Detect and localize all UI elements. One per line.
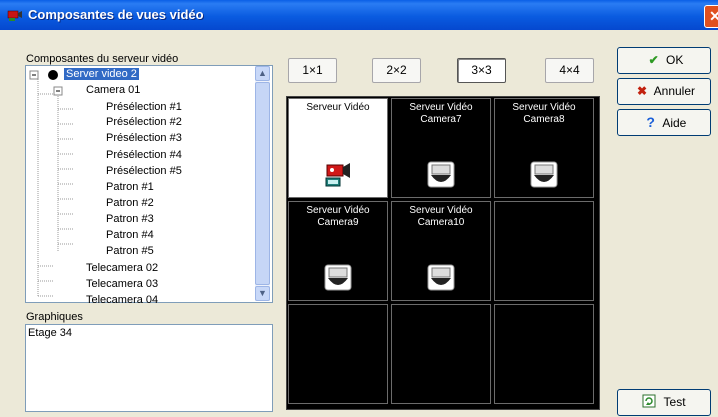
window-title: Composantes de vues vidéo: [28, 7, 204, 22]
test-icon: [642, 394, 656, 408]
tree-item-telecamera-02[interactable]: Telecamera 02: [86, 261, 158, 276]
tree-item-server-video-2[interactable]: Server video 2: [64, 67, 139, 82]
help-icon: ?: [646, 114, 655, 130]
tree-item-preset-2[interactable]: Présélection #2: [106, 115, 182, 130]
cancel-button[interactable]: ✖ Annuler: [617, 78, 711, 105]
view-cell[interactable]: [494, 201, 594, 301]
layout-2x2-button[interactable]: 2×2: [372, 58, 421, 83]
help-button[interactable]: ? Aide: [617, 109, 711, 136]
layout-3x3-button[interactable]: 3×3: [457, 58, 506, 83]
view-cell[interactable]: Serveur Vidéo Camera7: [391, 98, 491, 198]
tree-item-preset-3[interactable]: Présélection #3: [106, 131, 182, 146]
tree-item-pattern-4[interactable]: Patron #4: [106, 228, 154, 243]
test-button[interactable]: Test: [617, 389, 711, 416]
tree-item-preset-1[interactable]: Présélection #1: [106, 100, 182, 115]
ok-button[interactable]: ✔ OK: [617, 47, 711, 74]
tree-item-telecamera-04[interactable]: Telecamera 04: [86, 293, 158, 308]
scroll-down-icon[interactable]: ▼: [255, 286, 270, 301]
title-bar[interactable]: Composantes de vues vidéo ✕: [0, 0, 718, 30]
ok-label: OK: [666, 53, 684, 67]
check-icon: ✔: [648, 53, 659, 67]
camera-red-icon: [325, 163, 350, 187]
cell-server-label: Serveur Vidéo: [306, 205, 370, 216]
dome-camera-icon: [530, 161, 558, 188]
graphics-list[interactable]: Etage 34: [25, 324, 273, 412]
tree-item-pattern-5[interactable]: Patron #5: [106, 244, 154, 259]
help-label: Aide: [662, 116, 687, 130]
cell-camera-label: Camera8: [523, 114, 565, 125]
close-icon[interactable]: ✕: [704, 5, 718, 28]
camera-app-icon: [7, 10, 22, 21]
list-item[interactable]: Etage 34: [28, 326, 72, 341]
scroll-thumb[interactable]: [255, 82, 270, 285]
cell-server-label: Serveur Vidéo: [512, 102, 576, 113]
cell-camera-label: Camera7: [420, 114, 462, 125]
view-cell[interactable]: Serveur Vidéo Camera8: [494, 98, 594, 198]
test-label: Test: [663, 395, 686, 409]
tree-item-label: Server video 2: [64, 68, 139, 80]
tree-group-label: Composantes du serveur vidéo: [26, 53, 179, 65]
tree-item-camera-01[interactable]: Camera 01: [86, 83, 140, 98]
cell-camera-label: Camera9: [317, 217, 359, 228]
cell-server-label: Serveur Vidéo: [409, 102, 473, 113]
tree-item-telecamera-03[interactable]: Telecamera 03: [86, 277, 158, 292]
tree-item-pattern-1[interactable]: Patron #1: [106, 180, 154, 195]
tree-item-pattern-3[interactable]: Patron #3: [106, 212, 154, 227]
tree-item-preset-4[interactable]: Présélection #4: [106, 148, 182, 163]
dome-camera-icon: [324, 264, 352, 291]
view-cell[interactable]: [391, 304, 491, 404]
view-cell[interactable]: [494, 304, 594, 404]
cell-server-label: Serveur Vidéo: [306, 102, 370, 113]
graphics-group-label: Graphiques: [26, 311, 83, 323]
layout-4x4-button[interactable]: 4×4: [545, 58, 594, 83]
view-cell[interactable]: [288, 304, 388, 404]
dome-camera-icon: [427, 161, 455, 188]
view-cell[interactable]: Serveur Vidéo Camera9: [288, 201, 388, 301]
view-cell[interactable]: Serveur Vidéo: [288, 98, 388, 198]
cell-server-label: Serveur Vidéo: [409, 205, 473, 216]
video-view-grid: Serveur Vidéo Serveur Vidéo Camera7 Serv…: [286, 96, 600, 410]
tree-item-preset-5[interactable]: Présélection #5: [106, 164, 182, 179]
cell-camera-label: Camera10: [417, 217, 465, 228]
scroll-up-icon[interactable]: ▲: [255, 66, 270, 81]
layout-1x1-button[interactable]: 1×1: [288, 58, 337, 83]
cancel-label: Annuler: [653, 84, 696, 98]
tree-scrollbar[interactable]: ▲ ▼: [255, 66, 270, 301]
tree-item-pattern-2[interactable]: Patron #2: [106, 196, 154, 211]
component-tree[interactable]: Server video 2 Camera 01 Présélection #1…: [25, 65, 273, 306]
view-cell[interactable]: Serveur Vidéo Camera10: [391, 201, 491, 301]
cross-icon: ✖: [636, 84, 647, 98]
dome-camera-icon: [427, 264, 455, 291]
